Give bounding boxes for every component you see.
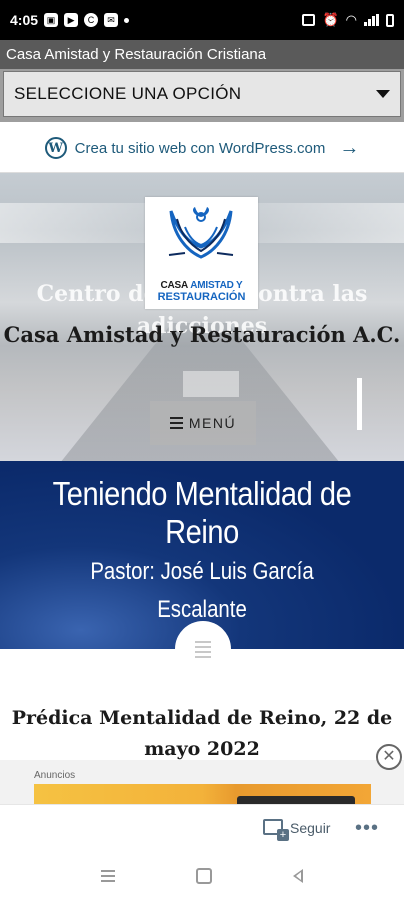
select-value: SELECCIONE UNA OPCIÓN [14, 84, 242, 103]
ad-label: Anuncios [34, 770, 76, 781]
back-icon[interactable] [293, 869, 304, 883]
menu-button[interactable]: MENÚ [150, 401, 256, 445]
dove-wings-icon [168, 207, 234, 259]
banner-pastor-line1: Pastor: José Luis García [90, 558, 314, 585]
status-time: 4:05 [10, 12, 39, 28]
document-icon [195, 640, 211, 658]
dropdown-caret-icon [376, 90, 390, 98]
logo-text-line1: CASA AMISTAD Y [160, 280, 243, 291]
alarm-icon: ⏰ [322, 12, 339, 27]
app-title-bar: Casa Amistad y Restauración Cristiana [0, 40, 404, 69]
site-header-hero: Centro de apoyo contra las adicciones CA… [0, 173, 404, 461]
battery-icon [386, 13, 394, 27]
arrow-right-icon: → [339, 136, 360, 159]
status-bar: 4:05 ▣ ▶ C ✉ ⏰ ◠ [0, 0, 404, 40]
wifi-icon: ◠ [345, 12, 357, 27]
signal-icon [364, 14, 379, 26]
ad-banner[interactable]: Anuncios [0, 760, 404, 804]
follow-icon[interactable] [263, 819, 289, 841]
select-container: SELECCIONE UNA OPCIÓN [0, 69, 404, 122]
logo-text-line2: RESTAURACIÓN [157, 291, 246, 303]
hero-logo-reflection [183, 371, 239, 397]
recent-apps-icon[interactable] [100, 870, 115, 882]
app-title: Casa Amistad y Restauración Cristiana [6, 46, 267, 63]
cast-icon [302, 14, 316, 26]
hero-roadside-post [357, 378, 362, 430]
post-title[interactable]: Prédica Mentalidad de Reino, 22 de mayo … [0, 703, 404, 765]
wordpress-logo-icon: W [44, 137, 67, 159]
menu-label: MENÚ [188, 415, 237, 431]
system-nav-bar [0, 852, 404, 900]
home-icon[interactable] [195, 868, 212, 884]
banner-pastor-line2: Escalante [157, 596, 247, 623]
more-options-icon[interactable]: ••• [355, 817, 379, 840]
wordpress-promo-link[interactable]: W Crea tu sitio web con WordPress.com → [0, 124, 404, 173]
follow-button[interactable]: Seguir [290, 820, 330, 836]
notification-app-icon: ✉ [104, 13, 119, 27]
youtube-icon: ▶ [64, 13, 79, 27]
site-logo[interactable]: CASA AMISTAD Y RESTAURACIÓN [145, 197, 258, 309]
more-notifications-dot [124, 17, 130, 23]
banner-title: Teniendo Mentalidad de Reino [52, 475, 352, 550]
option-select[interactable]: SELECCIONE UNA OPCIÓN [3, 71, 401, 117]
site-title[interactable]: Casa Amistad y Restauración A.C. [0, 321, 404, 349]
gallery-icon: ▣ [44, 13, 59, 27]
app-c-icon: C [84, 13, 99, 27]
follow-bar: Seguir ••• [0, 804, 404, 853]
close-ad-icon[interactable]: ✕ [376, 744, 402, 770]
hamburger-icon [169, 417, 183, 429]
ad-image-dark-panel [237, 796, 355, 804]
wordpress-promo-text: Crea tu sitio web con WordPress.com [74, 139, 326, 157]
post-format-badge [175, 621, 231, 677]
